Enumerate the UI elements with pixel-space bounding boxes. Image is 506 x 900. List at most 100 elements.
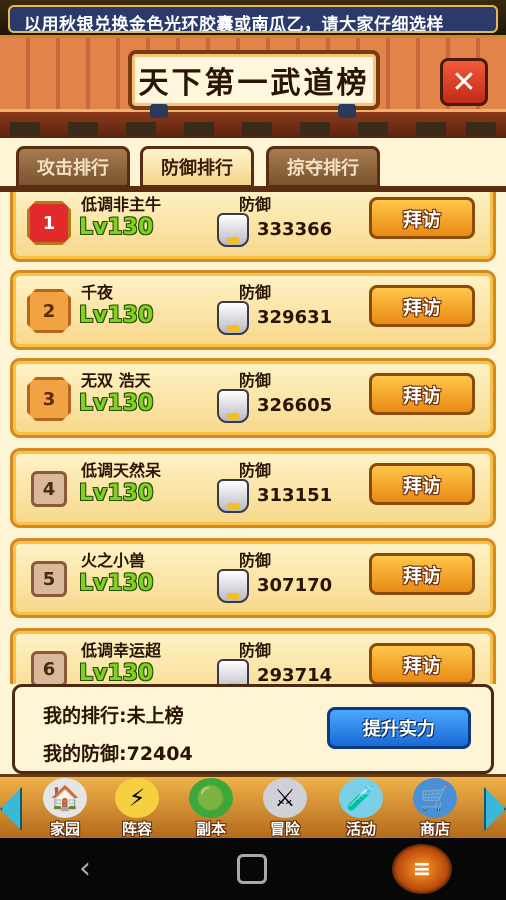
armor-icon bbox=[217, 213, 249, 247]
stat-label: 防御 bbox=[239, 195, 272, 214]
nav-label: 阵容 bbox=[121, 820, 152, 838]
player-level: Lv130 bbox=[79, 391, 154, 416]
rank-badge: 2 bbox=[27, 289, 71, 333]
player-level: Lv130 bbox=[79, 571, 154, 596]
ranking-list[interactable]: 1 低调非主牛 Lv130 防御 333366 拜访 2 千夜 Lv130 防御… bbox=[0, 192, 506, 684]
announcement-text: 以用秋银兑换金色光环胶囊或南瓜乙，请大家仔细选样 bbox=[24, 15, 444, 33]
title-plaque: 天下第一武道榜 bbox=[128, 50, 380, 110]
nav-shop[interactable]: 🛒 商店 bbox=[400, 777, 470, 841]
beam-stud bbox=[126, 122, 156, 136]
close-icon: ✕ bbox=[451, 64, 477, 100]
armor-icon bbox=[217, 659, 249, 684]
beam-stud bbox=[242, 122, 272, 136]
player-name: 低调非主牛 bbox=[81, 195, 162, 214]
beam-stud bbox=[68, 122, 98, 136]
nav-right-arrow-icon[interactable] bbox=[484, 787, 506, 831]
defense-value: 313151 bbox=[257, 485, 333, 506]
visit-button[interactable]: 拜访 bbox=[369, 285, 475, 327]
my-ranking-box: 我的排行:未上榜 我的防御:72404 提升实力 bbox=[12, 684, 494, 774]
shop-icon: 🛒 bbox=[413, 778, 457, 818]
close-button[interactable]: ✕ bbox=[440, 58, 488, 106]
beam-stud bbox=[466, 122, 496, 136]
stat-label: 防御 bbox=[239, 461, 272, 480]
plaque-hook bbox=[150, 104, 168, 118]
visit-button[interactable]: 拜访 bbox=[369, 373, 475, 415]
stat-label: 防御 bbox=[239, 551, 272, 570]
nav-lineup[interactable]: ⚡ 阵容 bbox=[102, 777, 172, 841]
player-name: 千夜 bbox=[81, 283, 114, 302]
announcement-frame: 以用秋银兑换金色光环胶囊或南瓜乙，请大家仔细选样 bbox=[8, 5, 498, 33]
player-level: Lv130 bbox=[79, 215, 154, 240]
armor-icon bbox=[217, 569, 249, 603]
ranking-tabs: 攻击排行 防御排行 掠夺排行 bbox=[0, 138, 506, 190]
player-name: 低调天然呆 bbox=[81, 461, 162, 480]
system-nav-bar: ‹ ≡ bbox=[0, 838, 506, 900]
boost-strength-button[interactable]: 提升实力 bbox=[327, 707, 471, 749]
visit-button[interactable]: 拜访 bbox=[369, 463, 475, 505]
menu-button[interactable]: ≡ bbox=[392, 844, 452, 894]
ranking-row: 2 千夜 Lv130 防御 329631 拜访 bbox=[10, 270, 496, 350]
tab-plunder-ranking[interactable]: 掠夺排行 bbox=[266, 146, 380, 188]
nav-label: 冒险 bbox=[269, 820, 300, 838]
ranking-row: 6 低调幸运超 Lv130 防御 293714 拜访 bbox=[10, 628, 496, 684]
nav-label: 商店 bbox=[419, 820, 450, 838]
nav-left-arrow-icon[interactable] bbox=[0, 787, 22, 831]
stat-label: 防御 bbox=[239, 283, 272, 302]
beam-stud bbox=[184, 122, 214, 136]
rank-badge: 1 bbox=[27, 201, 71, 245]
player-level: Lv130 bbox=[79, 303, 154, 328]
defense-value: 326605 bbox=[257, 395, 333, 416]
armor-icon bbox=[217, 389, 249, 423]
lineup-icon: ⚡ bbox=[115, 778, 159, 818]
menu-icon: ≡ bbox=[412, 856, 432, 882]
visit-button[interactable]: 拜访 bbox=[369, 197, 475, 239]
page-title: 天下第一武道榜 bbox=[138, 66, 370, 101]
stat-label: 防御 bbox=[239, 641, 272, 660]
rank-badge: 4 bbox=[31, 471, 67, 507]
nav-adventure[interactable]: ⚔ 冒险 bbox=[250, 777, 320, 841]
rank-badge: 6 bbox=[31, 651, 67, 684]
player-name: 无双 浩天 bbox=[81, 371, 151, 390]
home-icon: 🏠 bbox=[43, 778, 87, 818]
nav-label: 家园 bbox=[49, 820, 80, 838]
player-name: 低调幸运超 bbox=[81, 641, 162, 660]
rank-badge: 5 bbox=[31, 561, 67, 597]
tab-attack-ranking[interactable]: 攻击排行 bbox=[16, 146, 130, 188]
stat-label: 防御 bbox=[239, 371, 272, 390]
defense-value: 329631 bbox=[257, 307, 333, 328]
dungeon-icon: 🟢 bbox=[189, 778, 233, 818]
defense-value: 293714 bbox=[257, 665, 333, 684]
home-square-icon[interactable] bbox=[237, 854, 267, 884]
beam-stud bbox=[300, 122, 330, 136]
visit-button[interactable]: 拜访 bbox=[369, 643, 475, 684]
my-defense-text: 我的防御:72404 bbox=[43, 743, 193, 765]
armor-icon bbox=[217, 301, 249, 335]
player-name: 火之小兽 bbox=[81, 551, 146, 570]
my-rank-text: 我的排行:未上榜 bbox=[43, 705, 184, 727]
ranking-row: 3 无双 浩天 Lv130 防御 326605 拜访 bbox=[10, 358, 496, 438]
armor-icon bbox=[217, 479, 249, 513]
nav-label: 副本 bbox=[195, 820, 226, 838]
adventure-icon: ⚔ bbox=[263, 778, 307, 818]
plaque-hook bbox=[338, 104, 356, 118]
announcement-bar: 以用秋银兑换金色光环胶囊或南瓜乙，请大家仔细选样 bbox=[0, 0, 506, 38]
bottom-nav: 🏠 家园 ⚡ 阵容 🟢 副本 ⚔ 冒险 🧪 活动 🛒 商店 bbox=[0, 774, 506, 838]
player-level: Lv130 bbox=[79, 481, 154, 506]
nav-label: 活动 bbox=[345, 820, 376, 838]
defense-value: 307170 bbox=[257, 575, 333, 596]
beam-stud bbox=[358, 122, 388, 136]
player-level: Lv130 bbox=[79, 661, 154, 684]
beam-stud bbox=[416, 122, 446, 136]
ranking-row: 5 火之小兽 Lv130 防御 307170 拜访 bbox=[10, 538, 496, 618]
beam-stud bbox=[10, 122, 40, 136]
tab-defense-ranking[interactable]: 防御排行 bbox=[140, 146, 254, 188]
nav-home[interactable]: 🏠 家园 bbox=[30, 777, 100, 841]
nav-dungeon[interactable]: 🟢 副本 bbox=[176, 777, 246, 841]
rank-badge: 3 bbox=[27, 377, 71, 421]
nav-event[interactable]: 🧪 活动 bbox=[326, 777, 396, 841]
defense-value: 333366 bbox=[257, 219, 333, 240]
ranking-row: 4 低调天然呆 Lv130 防御 313151 拜访 bbox=[10, 448, 496, 528]
event-icon: 🧪 bbox=[339, 778, 383, 818]
back-icon[interactable]: ‹ bbox=[70, 854, 100, 884]
visit-button[interactable]: 拜访 bbox=[369, 553, 475, 595]
